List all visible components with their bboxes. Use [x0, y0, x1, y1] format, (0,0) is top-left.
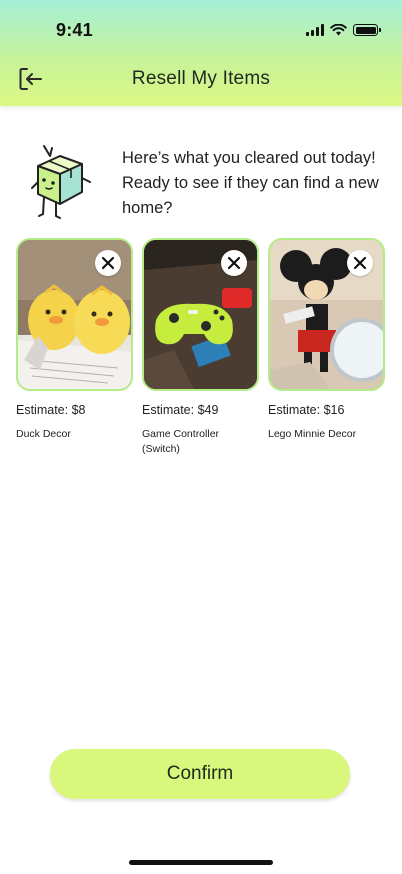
home-indicator	[129, 860, 273, 865]
item-estimate: Estimate: $16	[268, 403, 345, 417]
intro-message: Here’s what you cleared out today! Ready…	[122, 149, 379, 217]
item-name: Game Controller (Switch)	[142, 428, 220, 455]
item-card: Estimate: $8 Duck Decor	[16, 238, 133, 442]
navigation-bar: Resell My Items	[0, 58, 402, 102]
remove-item-button[interactable]	[221, 250, 247, 276]
page-title: Resell My Items	[131, 68, 271, 89]
close-icon	[227, 256, 241, 270]
item-card: Estimate: $49 Game Controller (Switch)	[142, 238, 259, 457]
item-photo	[142, 238, 259, 391]
wifi-icon	[330, 24, 347, 36]
item-list: Estimate: $8 Duck Decor Estimate: $49 Ga…	[16, 238, 388, 458]
status-bar: 9:41	[0, 0, 402, 54]
status-icons	[306, 24, 381, 36]
status-time: 9:41	[56, 20, 93, 40]
remove-item-button[interactable]	[347, 250, 373, 276]
item-estimate: Estimate: $8	[16, 403, 86, 417]
item-photo	[268, 238, 385, 391]
close-icon	[101, 256, 115, 270]
cellular-signal-icon	[306, 24, 324, 36]
item-name: Lego Minnie Decor	[268, 428, 357, 440]
remove-item-button[interactable]	[95, 250, 121, 276]
item-estimate: Estimate: $49	[142, 403, 219, 417]
intro-section: Here’s what you cleared out today! Ready…	[30, 140, 390, 220]
battery-icon	[353, 24, 381, 36]
item-card: Estimate: $16 Lego Minnie Decor	[268, 238, 385, 442]
item-name: Duck Decor	[16, 428, 71, 440]
close-icon	[353, 256, 367, 270]
confirm-button[interactable]: Confirm	[50, 749, 350, 799]
header-background: 9:41 Resell My Items	[0, 0, 402, 106]
box-mascot-illustration	[31, 145, 91, 219]
item-photo	[16, 238, 133, 391]
